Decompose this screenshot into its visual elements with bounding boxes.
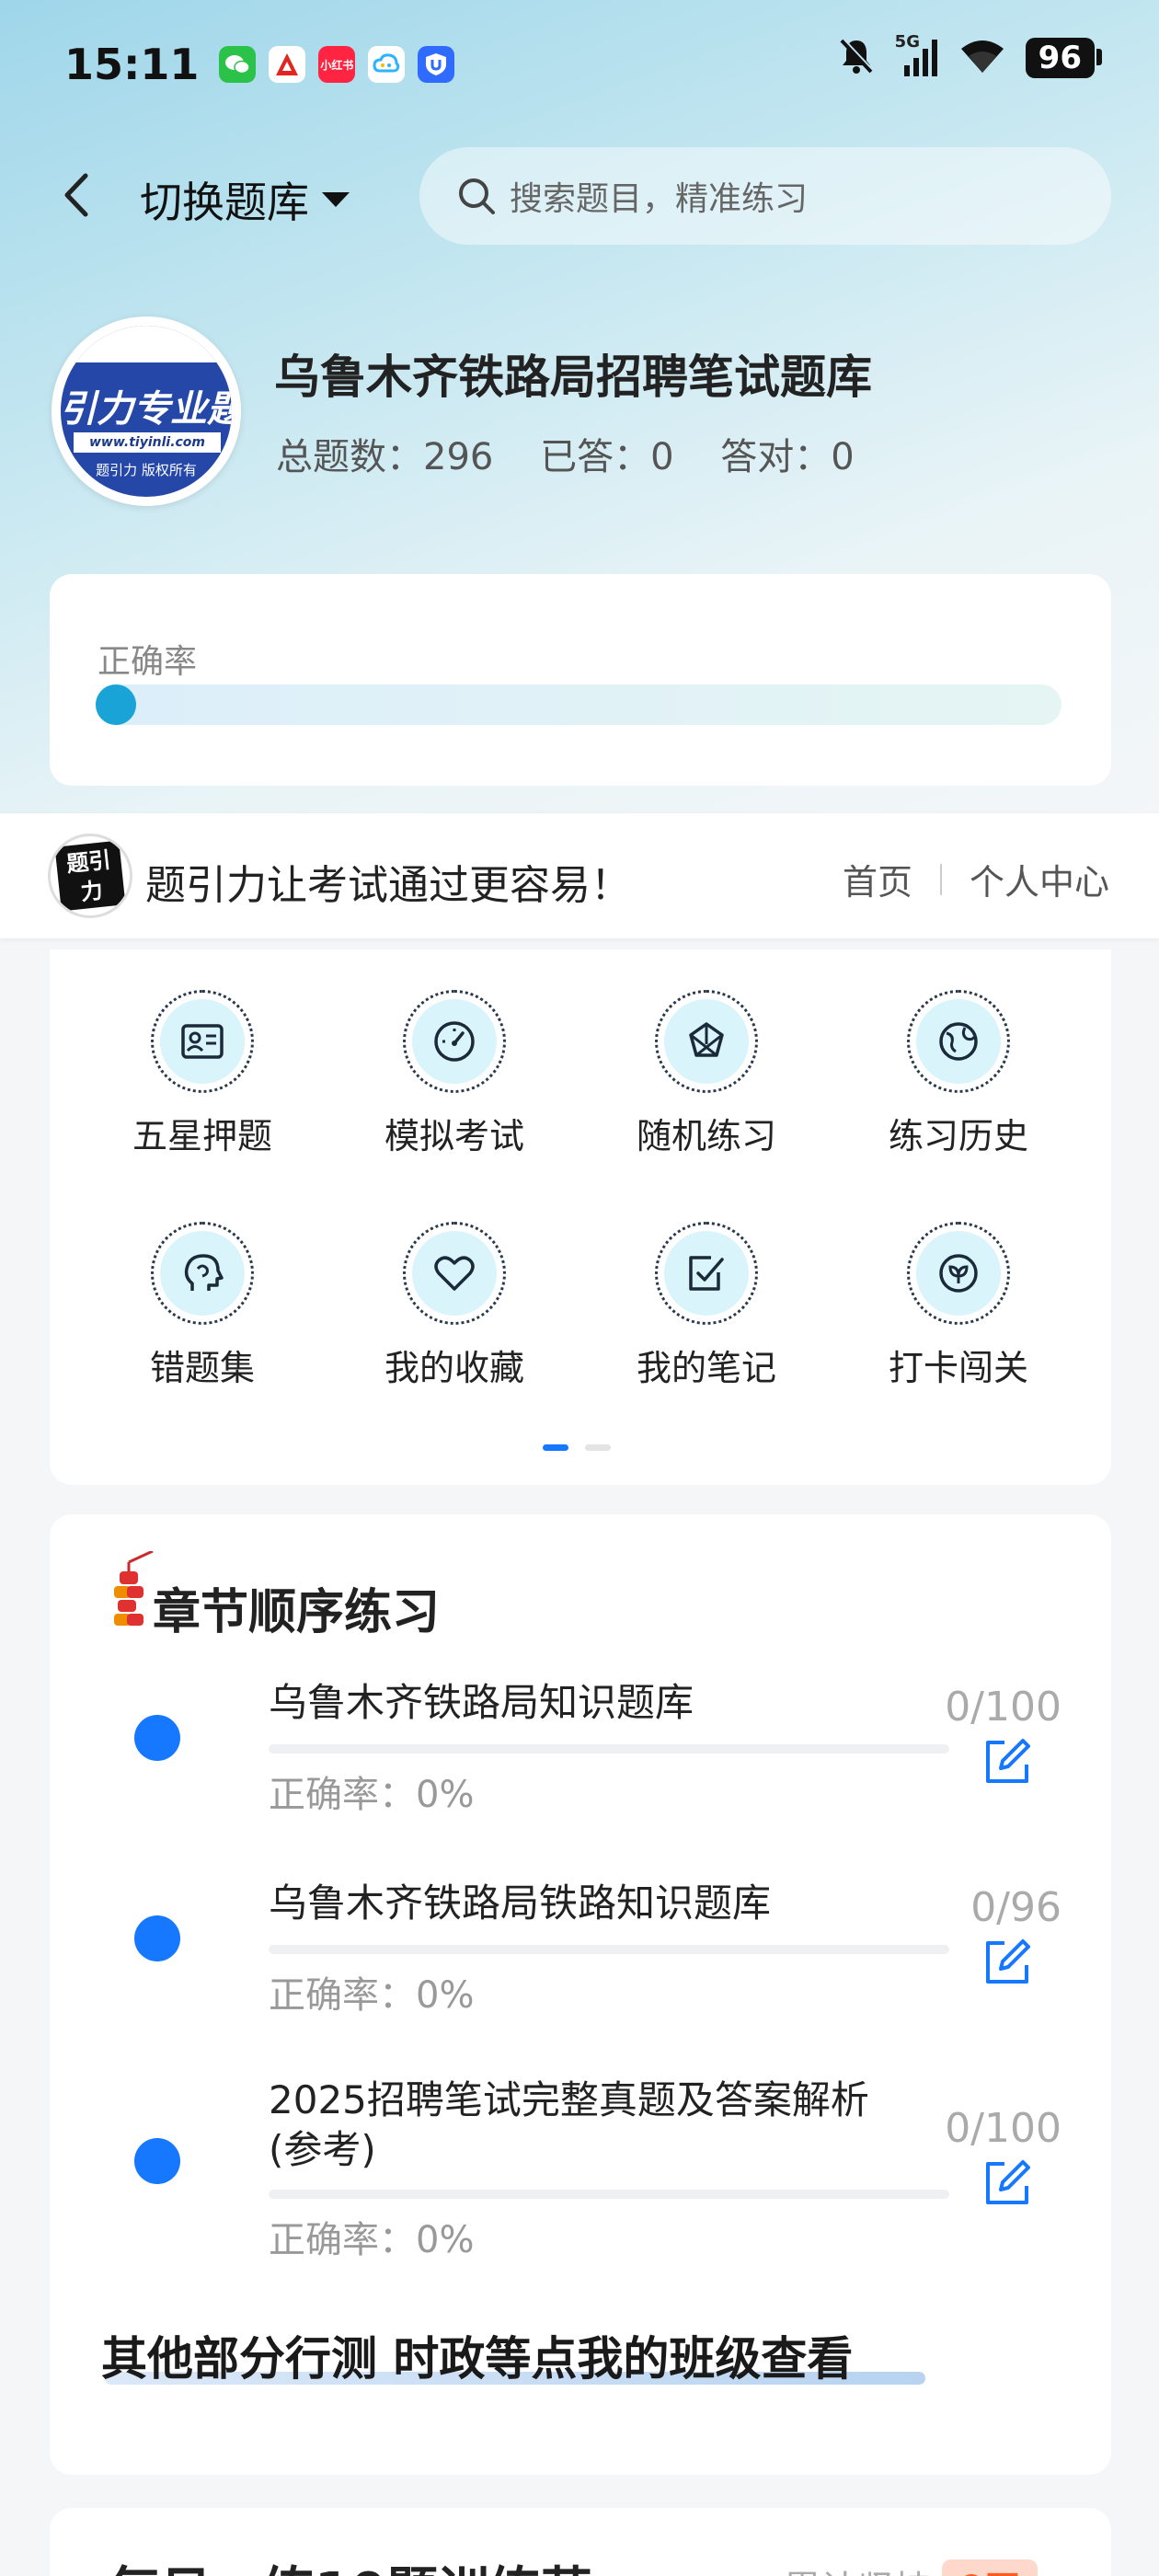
chapter-name: 乌鲁木齐铁路局知识题库 xyxy=(269,1680,694,1725)
chapter-count: 0/100 xyxy=(945,1684,1061,1731)
grid-item-notes[interactable]: 我的笔记 xyxy=(614,1222,798,1390)
chapter-count: 0/100 xyxy=(945,2105,1061,2152)
switch-bank-label: 切换题库 xyxy=(140,178,309,227)
promo-slogan: 题引力让考试通过更容易！ xyxy=(145,862,631,909)
daily-streak-label: 累计坚持 xyxy=(784,2569,931,2576)
daily-practice-card[interactable]: 每日一练10题训练营 累计坚持 0天 xyxy=(50,2508,1111,2576)
bank-title: 乌鲁木齐铁路局招聘笔试题库 xyxy=(274,351,872,404)
brand-logo: 题引力 xyxy=(48,834,132,918)
function-grid: 五星押题 模拟考试 随机练习 练习历史 错题集 我的收藏 我的笔记 打卡闯关 xyxy=(50,949,1111,1485)
mute-bell-icon xyxy=(838,37,875,79)
id-card-icon xyxy=(181,1024,224,1059)
search-input[interactable]: 搜索题目，精准练习 xyxy=(419,147,1111,245)
firecracker-icon xyxy=(114,1551,154,1626)
status-bar: 15:11 小红书 5G 96 xyxy=(0,0,1159,129)
chapter-bullet xyxy=(134,1915,180,1961)
back-button[interactable] xyxy=(48,167,103,223)
speedometer-icon xyxy=(434,1021,475,1062)
cellular-signal-icon: 5G xyxy=(895,32,939,78)
globe-icon xyxy=(939,1022,978,1061)
grid-item-label: 五星押题 xyxy=(132,1116,272,1156)
grid-item-history[interactable]: 练习历史 xyxy=(866,990,1050,1158)
promo-links: 首页 个人中心 xyxy=(843,854,1109,904)
leaf-icon xyxy=(939,1254,978,1293)
search-icon xyxy=(459,178,495,214)
wifi-icon xyxy=(959,38,1005,78)
total-questions: 总题数：296 xyxy=(276,436,494,478)
grid-item-mock-exam[interactable]: 模拟考试 xyxy=(362,990,546,1158)
bank-logo: 引力专业题 www.tiyinli.com 题引力 版权所有 xyxy=(52,316,241,506)
grid-item-label: 打卡闯关 xyxy=(888,1348,1028,1388)
pagination-dots[interactable] xyxy=(543,1444,611,1451)
chapter-bullet xyxy=(134,2138,180,2184)
grid-item-five-star[interactable]: 五星押题 xyxy=(110,990,294,1158)
link-divider xyxy=(939,863,942,895)
answered-count: 已答：0 xyxy=(540,436,674,478)
page-dot[interactable] xyxy=(585,1444,611,1451)
edit-icon[interactable] xyxy=(981,1735,1034,1788)
page-dot-active[interactable] xyxy=(543,1444,568,1451)
shuffle-network-icon xyxy=(689,1022,724,1057)
accuracy-card: 正确率 xyxy=(50,574,1111,786)
logo-main-text: 引力专业题 xyxy=(61,388,232,431)
grid-item-label: 我的笔记 xyxy=(636,1348,776,1388)
logo-url-text: www.tiyinli.com xyxy=(74,432,221,453)
grid-item-label: 随机练习 xyxy=(636,1116,776,1156)
heart-icon xyxy=(434,1256,475,1291)
chapter-name: 乌鲁木齐铁路局铁路知识题库 xyxy=(269,1880,772,1926)
daily-streak-badge: 0天 xyxy=(942,2559,1038,2576)
chapter-progress-bar xyxy=(269,1744,949,1754)
head-icon xyxy=(184,1254,224,1291)
edit-icon[interactable] xyxy=(981,2156,1034,2210)
cloud-chat-icon xyxy=(368,46,406,83)
grid-item-favorites[interactable]: 我的收藏 xyxy=(362,1222,546,1390)
app-a-icon xyxy=(269,46,306,83)
daily-practice-title: 每日一练10题训练营 xyxy=(109,2550,592,2576)
note-check-icon xyxy=(689,1256,724,1291)
accuracy-progress-bar xyxy=(96,684,1061,725)
grid-item-label: 我的收藏 xyxy=(384,1348,524,1388)
profile-link[interactable]: 个人中心 xyxy=(970,854,1109,904)
search-placeholder: 搜索题目，精准练习 xyxy=(510,180,809,218)
edit-icon[interactable] xyxy=(981,1936,1034,1989)
daily-streak: 累计坚持 0天 xyxy=(784,2559,1038,2576)
shield-app-icon xyxy=(418,46,455,83)
chapter-practice-card: 章节顺序练习 乌鲁木齐铁路局知识题库 正确率：0% 0/100 乌鲁木齐铁路局铁… xyxy=(50,1514,1111,2475)
brand-logo-text: 题引力 xyxy=(54,840,126,912)
battery-indicator: 96 xyxy=(1025,38,1103,78)
top-navigation: 切换题库 搜索题目，精准练习 xyxy=(0,147,1159,245)
chapter-count: 0/96 xyxy=(970,1884,1061,1931)
accuracy-label: 正确率 xyxy=(98,643,198,681)
class-more-link[interactable]: 其他部分行测 时政等点我的班级查看 xyxy=(101,2322,853,2388)
wechat-icon xyxy=(219,46,257,83)
promo-banner: 题引力 题引力让考试通过更容易！ 首页 个人中心 xyxy=(0,813,1159,938)
chapter-accuracy: 正确率：0% xyxy=(269,1774,475,1816)
accuracy-progress-fill xyxy=(96,684,136,725)
grid-item-label: 练习历史 xyxy=(888,1116,1028,1156)
switch-bank-dropdown[interactable]: 切换题库 xyxy=(140,169,351,230)
grid-item-label: 模拟考试 xyxy=(384,1116,524,1156)
chapter-progress-bar xyxy=(269,1945,949,1954)
logo-copyright-text: 题引力 版权所有 xyxy=(96,462,197,478)
home-link[interactable]: 首页 xyxy=(843,854,912,904)
bank-stats: 总题数：296 已答：0 答对：0 xyxy=(276,427,889,480)
status-right-group: 5G 96 xyxy=(838,32,1103,79)
grid-item-random-practice[interactable]: 随机练习 xyxy=(614,990,798,1158)
xiaohongshu-icon: 小红书 xyxy=(318,46,356,83)
chapter-name: 2025招聘笔试完整真题及答案解析(参考) xyxy=(269,2077,869,2172)
chapter-accuracy: 正确率：0% xyxy=(269,1974,475,2017)
chapter-progress-bar xyxy=(269,2190,949,2199)
question-bank-header: 引力专业题 www.tiyinli.com 题引力 版权所有 乌鲁木齐铁路局招聘… xyxy=(52,316,1109,510)
chapter-section-title: 章节顺序练习 xyxy=(153,1585,441,1640)
correct-count: 答对：0 xyxy=(720,436,855,478)
grid-item-label: 错题集 xyxy=(149,1348,255,1388)
caret-down-icon xyxy=(322,192,350,207)
chevron-left-icon xyxy=(64,173,88,217)
chapter-accuracy: 正确率：0% xyxy=(269,2219,475,2261)
grid-item-checkin[interactable]: 打卡闯关 xyxy=(866,1222,1050,1390)
grid-item-wrong-set[interactable]: 错题集 xyxy=(110,1222,294,1390)
chapter-bullet xyxy=(134,1715,180,1761)
status-time: 15:11 xyxy=(64,40,200,89)
